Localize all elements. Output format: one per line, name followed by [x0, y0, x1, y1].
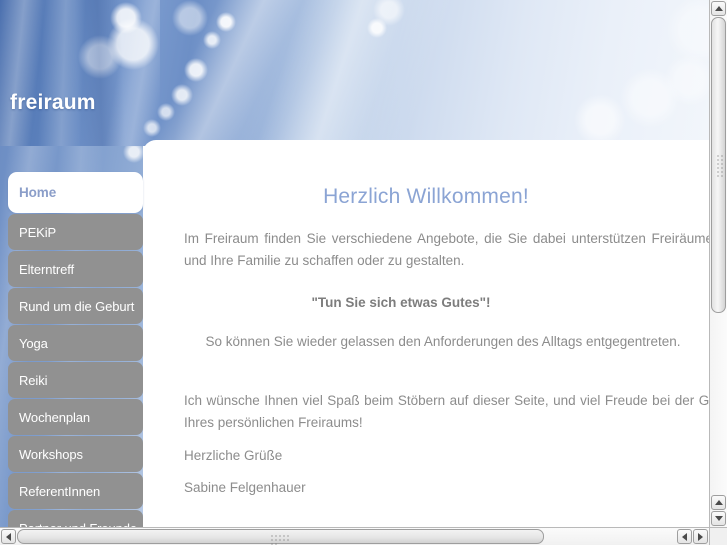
- sidebar-item-label: Elterntreff: [19, 261, 75, 277]
- page-viewport: freiraum Herzlich Willkommen! Im Freirau…: [0, 0, 709, 527]
- scrollbar-corner: [709, 527, 727, 545]
- intro-paragraph: Im Freiraum finden Sie verschiedene Ange…: [184, 231, 709, 268]
- content-panel: Herzlich Willkommen! Im Freiraum finden …: [143, 140, 709, 527]
- site-title: freiraum: [10, 91, 96, 114]
- sidebar-item-referentinnen[interactable]: ReferentInnen: [8, 473, 143, 509]
- scroll-left-icon-secondary[interactable]: [677, 529, 692, 544]
- sidebar-item-label: Reiki: [19, 372, 48, 388]
- sidebar-item-label: Home: [19, 185, 57, 200]
- sidebar-item-reiki[interactable]: Reiki: [8, 362, 143, 398]
- vertical-scroll-track[interactable]: [710, 17, 727, 493]
- vertical-scroll-thumb[interactable]: [711, 17, 726, 313]
- sidebar-item-rund-um-die-geburt[interactable]: Rund um die Geburt: [8, 288, 143, 324]
- scroll-up-icon[interactable]: [711, 1, 726, 16]
- sidebar-item-label: Workshops: [19, 446, 83, 462]
- horizontal-scrollbar[interactable]: [0, 527, 709, 545]
- sidebar-item-yoga[interactable]: Yoga: [8, 325, 143, 361]
- sidebar-item-pekip[interactable]: PEKiP: [8, 214, 143, 250]
- scroll-down-icon[interactable]: [711, 511, 726, 526]
- signoff-greeting: Herzliche Grüße: [184, 448, 283, 463]
- sidebar-item-home[interactable]: Home: [8, 172, 143, 213]
- closing-paragraph: Ich wünsche Ihnen viel Spaß beim Stöbern…: [184, 393, 709, 430]
- main-navigation: Home PEKiP Elterntreff Rund um die Gebur…: [8, 172, 143, 527]
- sidebar-item-label: Yoga: [19, 335, 48, 351]
- page-title: Herzlich Willkommen!: [323, 185, 529, 208]
- sidebar-item-wochenplan[interactable]: Wochenplan: [8, 399, 143, 435]
- scroll-right-icon[interactable]: [693, 529, 708, 544]
- sidebar-item-elterntreff[interactable]: Elterntreff: [8, 251, 143, 287]
- scroll-thumb-grip-icon: [716, 154, 724, 178]
- vertical-scrollbar[interactable]: [709, 0, 727, 527]
- banner-light-streaks: [0, 0, 160, 146]
- scroll-thumb-grip-icon: [270, 534, 292, 545]
- signoff-name: Sabine Felgenhauer: [184, 480, 306, 495]
- scroll-left-icon[interactable]: [1, 529, 16, 544]
- quote-paragraph: "Tun Sie sich etwas Gutes"!: [311, 295, 491, 310]
- sidebar-item-label: ReferentInnen: [19, 483, 101, 499]
- sidebar-item-label: Rund um die Geburt: [19, 298, 135, 314]
- header-banner-image: freiraum: [0, 0, 709, 146]
- sidebar-item-label: PEKiP: [19, 224, 57, 240]
- followup-paragraph: So können Sie wieder gelassen den Anford…: [205, 334, 681, 349]
- sidebar-item-label: Wochenplan: [19, 409, 91, 425]
- sidebar-item-workshops[interactable]: Workshops: [8, 436, 143, 472]
- horizontal-scroll-thumb[interactable]: [17, 529, 544, 545]
- scroll-up-icon-secondary[interactable]: [711, 495, 726, 510]
- sidebar-item-partner-und-freunde[interactable]: Partner und Freunde: [8, 510, 143, 527]
